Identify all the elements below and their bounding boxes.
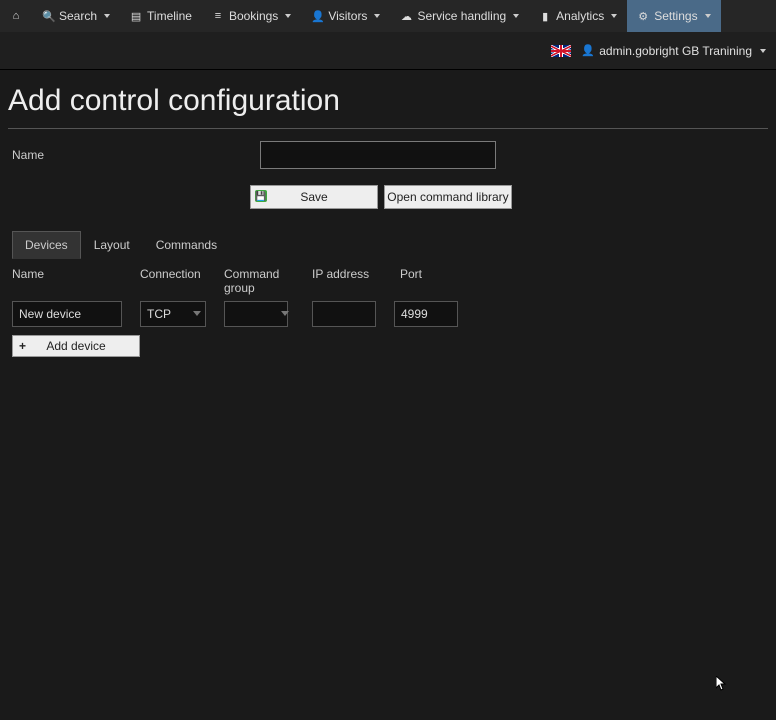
save-icon: 💾 bbox=[255, 190, 267, 202]
gear-icon: ⚙ bbox=[637, 10, 649, 23]
nav-timeline-label: Timeline bbox=[147, 9, 192, 23]
nav-search-label: Search bbox=[59, 9, 97, 23]
name-label: Name bbox=[0, 148, 260, 162]
home-icon: ⌂ bbox=[10, 10, 22, 22]
command-group-select[interactable] bbox=[224, 301, 294, 327]
nav-analytics-label: Analytics bbox=[556, 9, 604, 23]
caret-icon bbox=[104, 14, 110, 18]
calendar-icon: ▤ bbox=[130, 10, 142, 23]
ip-input[interactable] bbox=[312, 301, 376, 327]
name-row: Name bbox=[0, 141, 776, 169]
open-library-button[interactable]: Open command library bbox=[384, 185, 512, 209]
nav-bookings-label: Bookings bbox=[229, 9, 278, 23]
cloud-icon: ☁ bbox=[400, 10, 412, 23]
nav-home[interactable]: ⌂ bbox=[0, 0, 32, 32]
chart-icon: ▮ bbox=[539, 10, 551, 23]
caret-icon bbox=[374, 14, 380, 18]
nav-settings-label: Settings bbox=[654, 9, 697, 23]
flag-uk-icon[interactable] bbox=[551, 45, 571, 57]
tab-layout[interactable]: Layout bbox=[81, 231, 143, 259]
add-device-label: Add device bbox=[46, 339, 105, 353]
grid-row bbox=[0, 299, 776, 329]
page-title: Add control configuration bbox=[0, 70, 776, 124]
nav-service[interactable]: ☁ Service handling bbox=[390, 0, 529, 32]
nav-timeline[interactable]: ▤ Timeline bbox=[120, 0, 202, 32]
col-port: Port bbox=[400, 267, 460, 295]
tab-devices-label: Devices bbox=[25, 238, 68, 252]
chevron-down-icon bbox=[193, 311, 201, 316]
tabs: Devices Layout Commands bbox=[12, 231, 776, 259]
chevron-down-icon bbox=[281, 311, 289, 316]
caret-icon bbox=[285, 14, 291, 18]
open-library-label: Open command library bbox=[387, 190, 508, 204]
divider bbox=[8, 128, 768, 129]
save-button[interactable]: 💾 Save bbox=[250, 185, 378, 209]
cursor-icon bbox=[716, 676, 728, 692]
caret-icon bbox=[611, 14, 617, 18]
add-device-button[interactable]: + Add device bbox=[12, 335, 140, 357]
nav-search[interactable]: 🔍 Search bbox=[32, 0, 120, 32]
command-group-value[interactable] bbox=[224, 301, 288, 327]
list-icon: ≡ bbox=[212, 10, 224, 22]
nav-settings[interactable]: ⚙ Settings bbox=[627, 0, 720, 32]
tab-devices[interactable]: Devices bbox=[12, 231, 81, 259]
caret-icon bbox=[760, 49, 766, 53]
search-icon: 🔍 bbox=[42, 10, 54, 23]
grid-header: Name Connection Command group IP address… bbox=[0, 259, 776, 299]
nav-visitors-label: Visitors bbox=[328, 9, 367, 23]
user-name: admin.gobright GB Tranining bbox=[599, 44, 752, 58]
col-ip: IP address bbox=[312, 267, 382, 295]
nav-analytics[interactable]: ▮ Analytics bbox=[529, 0, 627, 32]
tab-commands[interactable]: Commands bbox=[143, 231, 230, 259]
connection-select[interactable] bbox=[140, 301, 206, 327]
user-icon: 👤 bbox=[311, 10, 323, 23]
caret-icon bbox=[513, 14, 519, 18]
nav-visitors[interactable]: 👤 Visitors bbox=[301, 0, 390, 32]
col-connection: Connection bbox=[140, 267, 206, 295]
user-menu[interactable]: 👤 admin.gobright GB Tranining bbox=[581, 44, 766, 58]
tab-commands-label: Commands bbox=[156, 238, 217, 252]
user-icon: 👤 bbox=[581, 44, 593, 57]
tab-layout-label: Layout bbox=[94, 238, 130, 252]
button-row: 💾 Save Open command library bbox=[250, 185, 776, 209]
device-name-input[interactable] bbox=[12, 301, 122, 327]
name-input[interactable] bbox=[260, 141, 496, 169]
top-nav: ⌂ 🔍 Search ▤ Timeline ≡ Bookings 👤 Visit… bbox=[0, 0, 776, 32]
col-command-group: Command group bbox=[224, 267, 294, 295]
save-button-label: Save bbox=[300, 190, 327, 204]
user-bar: 👤 admin.gobright GB Tranining bbox=[0, 32, 776, 70]
caret-icon bbox=[705, 14, 711, 18]
port-input[interactable] bbox=[394, 301, 458, 327]
col-name: Name bbox=[12, 267, 122, 295]
plus-icon: + bbox=[19, 339, 26, 353]
nav-bookings[interactable]: ≡ Bookings bbox=[202, 0, 301, 32]
nav-service-label: Service handling bbox=[417, 9, 506, 23]
